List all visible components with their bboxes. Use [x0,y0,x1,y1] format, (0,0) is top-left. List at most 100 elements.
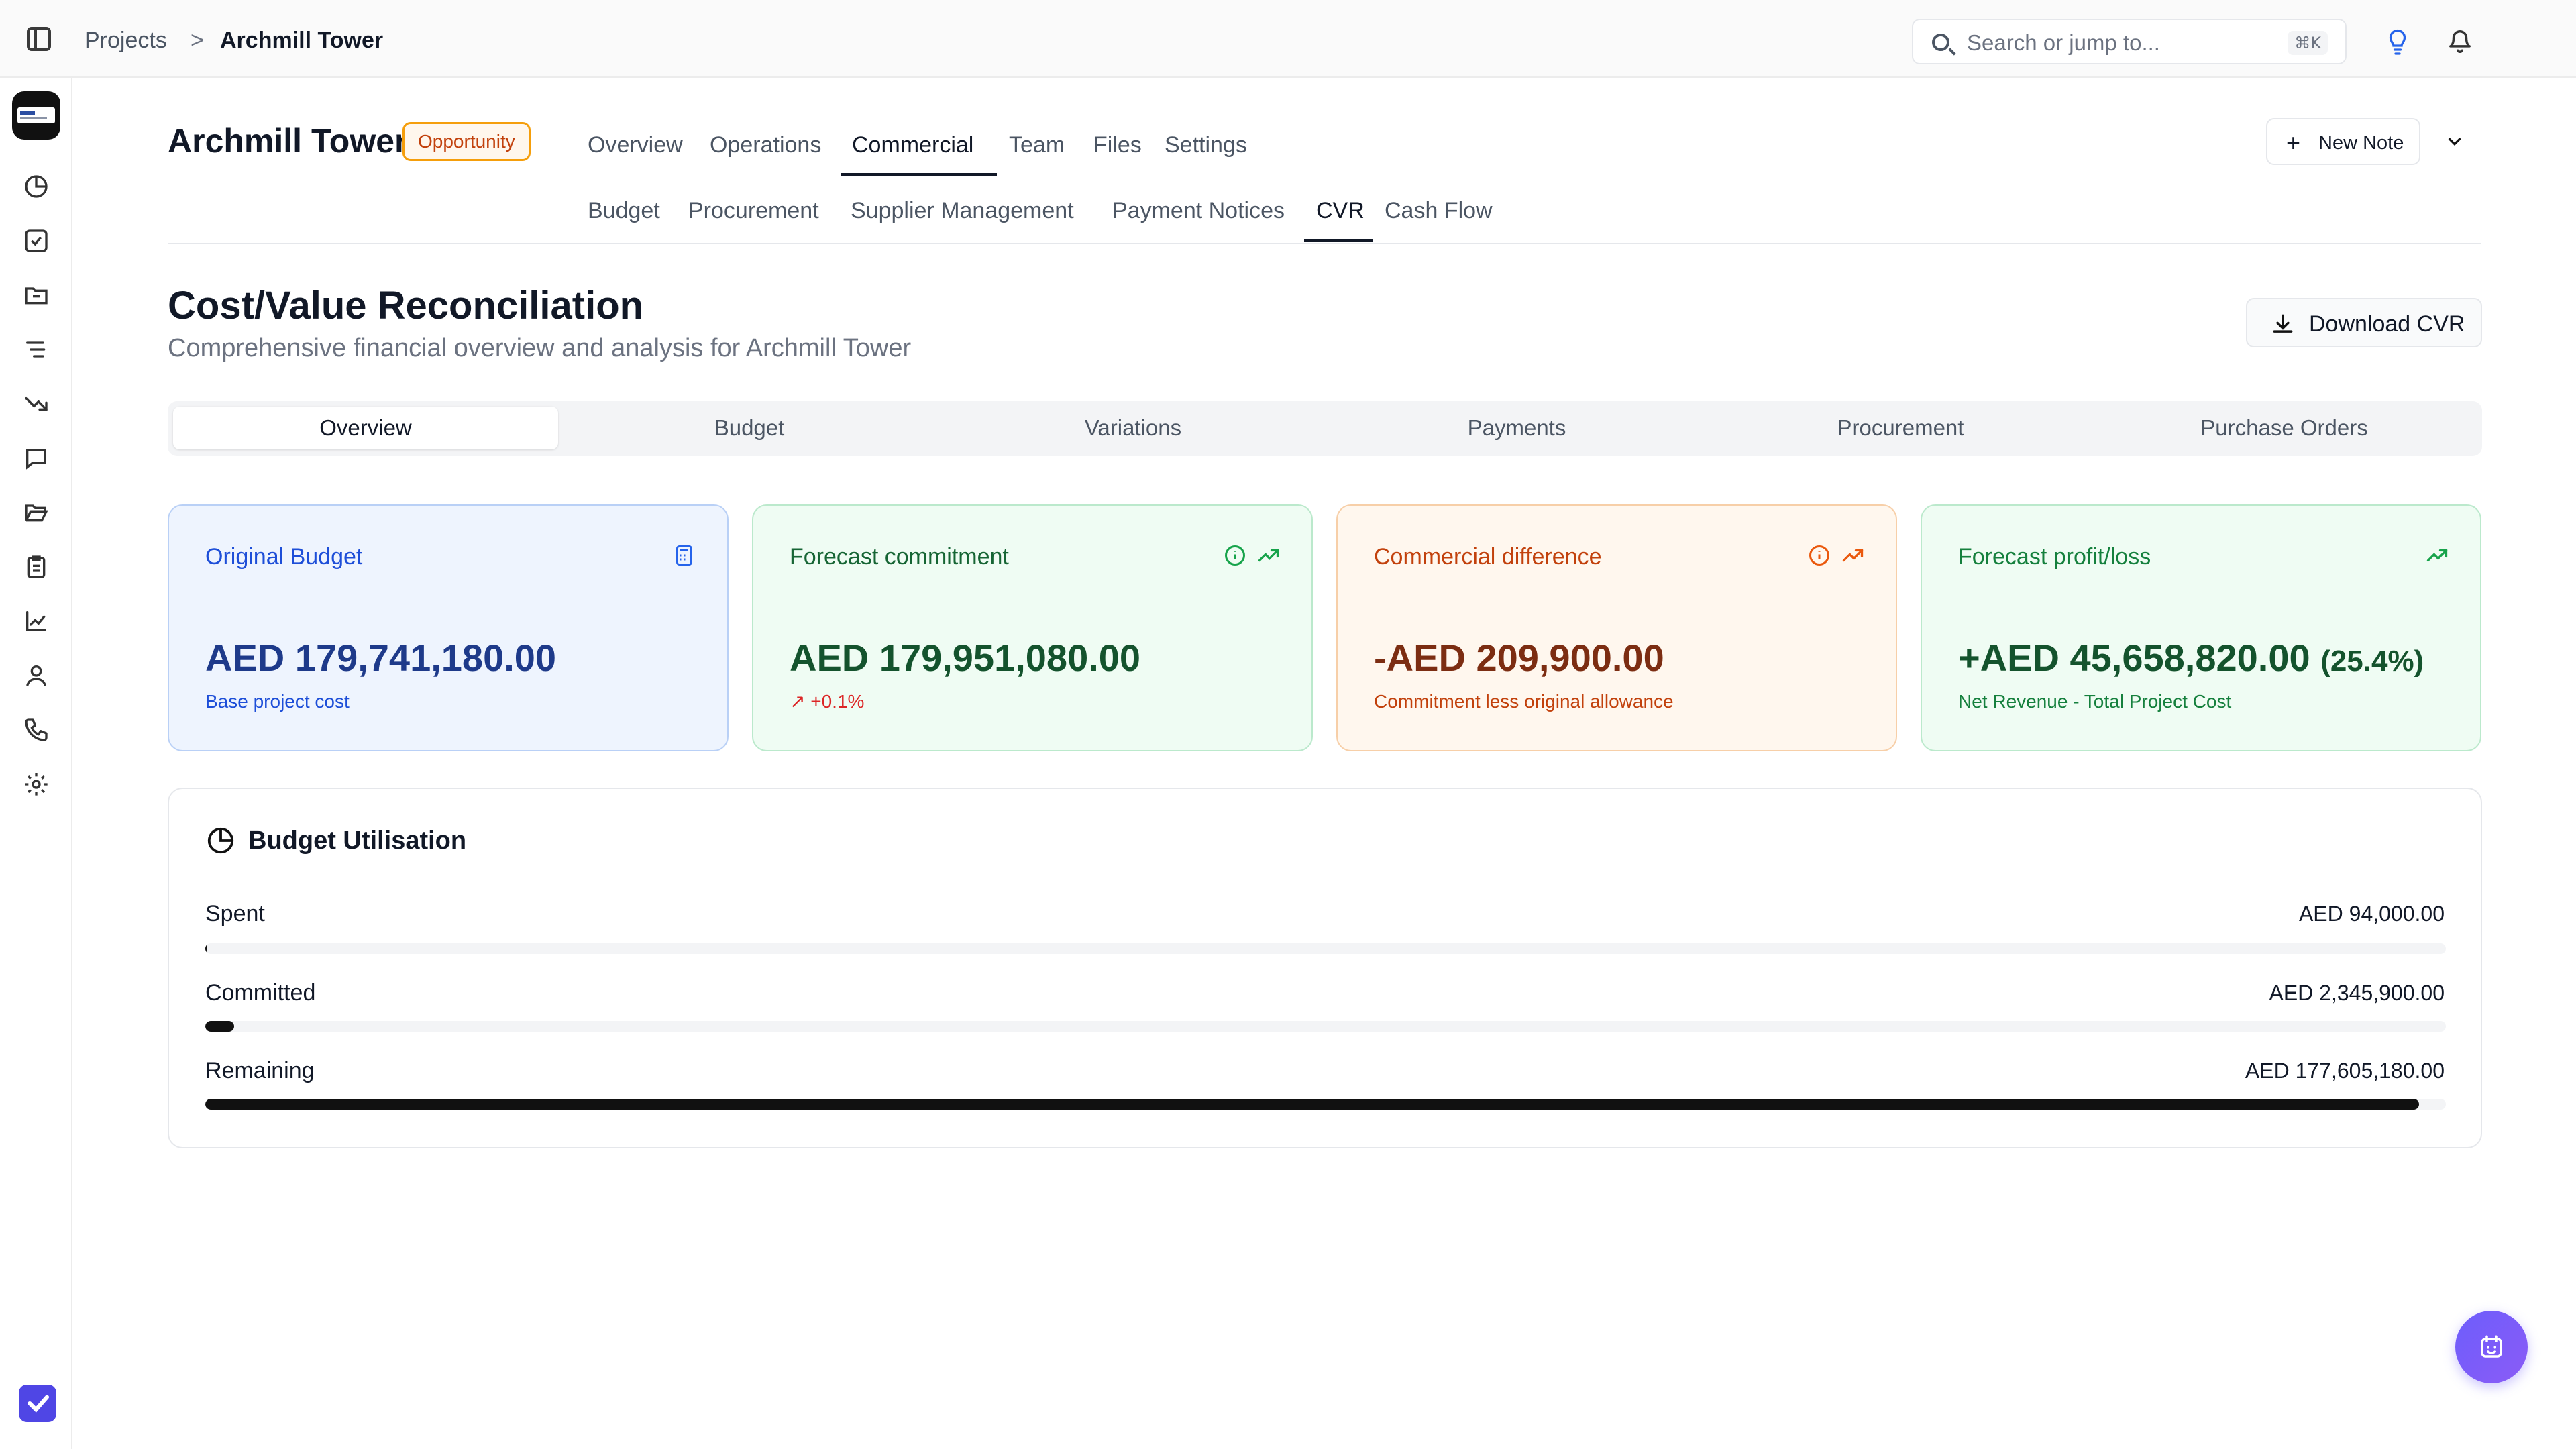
tab-overview[interactable]: Overview [588,130,683,160]
budget-utilisation-title: Budget Utilisation [248,826,467,855]
new-note-label: New Note [2318,132,2404,154]
bell-icon[interactable] [2447,27,2473,55]
new-note-button[interactable]: + New Note [2266,118,2420,165]
tab-settings[interactable]: Settings [1165,130,1247,160]
line-chart-icon[interactable] [23,608,50,635]
project-title: Archmill Tower [168,122,408,160]
spent-label: Spent [205,901,265,926]
task-check-icon[interactable] [23,227,50,254]
remaining-progress-track [205,1099,2446,1110]
segment-overview[interactable]: Overview [173,407,558,449]
committed-value: AED 2,345,900.00 [2269,981,2445,1005]
tab-commercial[interactable]: Commercial [852,130,973,160]
header-divider [168,243,2481,244]
segment-purchase-orders[interactable]: Purchase Orders [2092,407,2477,449]
subtab-procurement[interactable]: Procurement [688,196,819,225]
info-icon[interactable] [1223,543,1247,568]
segment-budget[interactable]: Budget [557,407,942,449]
download-cvr-label: Download CVR [2309,311,2465,337]
original-budget-card: Original Budget AED 179,741,180.00 Base … [168,504,729,751]
trend-up-icon [1842,549,1864,562]
search-input[interactable] [1967,28,2249,58]
cvr-segment-tabs: Overview Budget Variations Payments Proc… [168,401,2482,456]
subtab-payment-notices[interactable]: Payment Notices [1112,196,1285,225]
card-value: +AED 45,658,820.00 (25.4%) [1958,635,2424,685]
pie-chart-icon[interactable] [23,173,50,200]
left-rail [0,78,72,1449]
info-icon[interactable] [1807,543,1831,568]
user-icon[interactable] [23,662,50,689]
tasks-check-icon[interactable] [19,1385,56,1422]
segment-procurement[interactable]: Procurement [1708,407,2093,449]
sidebar-toggle-icon[interactable] [27,27,51,51]
breadcrumb-separator: > [191,28,204,53]
subtab-cvr[interactable]: CVR [1316,196,1364,225]
remaining-label: Remaining [205,1058,315,1083]
download-cvr-button[interactable]: Download CVR [2246,298,2482,347]
forecast-profit-card: Forecast profit/loss +AED 45,658,820.00 … [1921,504,2481,751]
tab-team[interactable]: Team [1009,130,1065,160]
search-icon [1932,34,1949,51]
company-logo[interactable] [12,91,60,140]
page-title: Cost/Value Reconciliation [168,284,644,327]
card-title: Forecast profit/loss [1958,544,2151,570]
lightbulb-icon[interactable] [2385,27,2410,56]
remaining-progress-fill [205,1099,2419,1110]
breadcrumb-current: Archmill Tower [220,28,384,53]
list-icon[interactable] [23,336,50,363]
committed-progress-fill [205,1021,235,1032]
tab-files[interactable]: Files [1093,130,1142,160]
card-value: AED 179,951,080.00 [790,637,1141,679]
remaining-value: AED 177,605,180.00 [2245,1059,2445,1083]
spent-value: AED 94,000.00 [2298,902,2445,926]
folder-icon[interactable] [23,282,50,309]
subtab-cash-flow[interactable]: Cash Flow [1385,196,1493,225]
forecast-commitment-card: Forecast commitment AED 179,951,080.00 ↗… [752,504,1313,751]
segment-payments[interactable]: Payments [1324,407,1709,449]
profit-percent: (25.4%) [2320,645,2424,678]
phone-icon[interactable] [23,716,50,743]
pie-chart-icon [207,827,234,854]
trend-up-icon [1258,549,1279,562]
tab-operations[interactable]: Operations [710,130,821,160]
chevron-down-icon[interactable] [2445,131,2465,152]
spent-progress-track [205,943,2446,954]
budget-utilisation-panel: Budget Utilisation Spent AED 94,000.00 C… [168,788,2482,1148]
active-subtab-indicator [1304,239,1373,242]
card-note: Base project cost [205,691,350,712]
subtab-budget[interactable]: Budget [588,196,660,225]
card-note: ↗ +0.1% [790,691,865,712]
gear-icon[interactable] [23,771,50,798]
card-note: Commitment less original allowance [1374,691,1674,712]
status-badge: Opportunity [402,122,531,161]
calendar-face-icon [2481,1335,2502,1358]
folder-open-icon[interactable] [23,499,50,526]
commercial-difference-card: Commercial difference -AED 209,900.00 Co… [1336,504,1897,751]
active-tab-indicator [841,173,997,176]
spent-progress-fill [205,943,207,954]
chat-icon[interactable] [23,445,50,472]
trend-up-icon [2426,549,2448,562]
assistant-fab-button[interactable] [2455,1311,2528,1383]
segment-variations[interactable]: Variations [941,407,1326,449]
card-note: Net Revenue - Total Project Cost [1958,691,2232,712]
card-value: -AED 209,900.00 [1374,637,1664,679]
clipboard-icon[interactable] [23,553,50,580]
top-bar: Projects > Archmill Tower ⌘K [0,0,2576,78]
subtab-supplier-management[interactable]: Supplier Management [851,196,1074,225]
card-title: Forecast commitment [790,544,1009,570]
breadcrumb-projects[interactable]: Projects [85,25,167,55]
download-icon [2273,314,2293,333]
page-subtitle: Comprehensive financial overview and ana… [168,334,912,362]
committed-progress-track [205,1021,2446,1032]
card-title: Commercial difference [1374,544,1602,570]
card-title: Original Budget [205,544,363,570]
calculator-icon [676,545,692,566]
card-value: AED 179,741,180.00 [205,637,557,679]
plus-icon: + [2286,129,2301,156]
shortcut-hint: ⌘K [2288,31,2328,55]
profit-value: +AED 45,658,820.00 [1958,637,2310,679]
search-box[interactable]: ⌘K [1912,19,2347,64]
committed-label: Committed [205,980,316,1006]
trend-down-icon[interactable] [23,390,50,417]
